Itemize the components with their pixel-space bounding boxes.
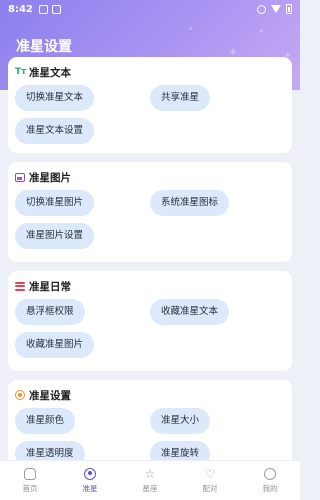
- sparkle-icon: ✦: [258, 27, 265, 36]
- bottom-tab-bar: 首页 准星 ☆ 星座 ♡ 配对 我的: [0, 460, 300, 500]
- tab-label: 准星: [82, 483, 98, 493]
- crosshair-text-settings-button[interactable]: 准星文本设置: [15, 118, 95, 144]
- sparkle-icon: ✦: [188, 25, 194, 33]
- tab-label: 配对: [202, 483, 218, 493]
- text-icon: Tт: [15, 67, 27, 77]
- do-not-disturb-icon: [257, 4, 266, 14]
- signal-icon: [271, 5, 281, 13]
- floating-window-permission-button[interactable]: 悬浮框权限: [15, 299, 85, 325]
- section-title: 准星设置: [29, 389, 71, 402]
- tab-constellation[interactable]: ☆ 星座: [125, 468, 175, 494]
- page-title: 准星设置: [16, 39, 72, 55]
- share-crosshair-button[interactable]: 共享准星: [150, 85, 211, 111]
- star-icon: ☆: [144, 466, 156, 481]
- section-crosshair-text: Tт 准星文本 切换准星文本 共享准星 准星文本设置: [8, 57, 292, 153]
- system-crosshair-icon-button[interactable]: 系统准星图标: [150, 190, 230, 216]
- crosshair-image-settings-button[interactable]: 准星图片设置: [15, 223, 95, 249]
- settings-content: Tт 准星文本 切换准星文本 共享准星 准星文本设置 准星图片 切换准星图片 系…: [8, 57, 292, 485]
- crosshair-icon: [84, 467, 96, 480]
- profile-icon: [264, 467, 276, 480]
- battery-icon: [286, 4, 292, 14]
- heart-icon: ♡: [204, 466, 216, 481]
- tab-profile[interactable]: 我的: [245, 467, 295, 494]
- gallery-notification-icon: [38, 4, 48, 14]
- status-time: 8:42: [8, 3, 33, 15]
- tab-home[interactable]: 首页: [5, 467, 55, 494]
- tab-label: 首页: [22, 483, 38, 493]
- tab-label: 我的: [262, 483, 278, 493]
- crosshair-color-button[interactable]: 准星颜色: [15, 408, 76, 434]
- section-crosshair-image: 准星图片 切换准星图片 系统准星图标 准星图片设置: [8, 162, 292, 262]
- home-icon: [24, 467, 36, 480]
- section-crosshair-daily: 准星日常 悬浮框权限 收藏准星文本 收藏准星图片: [8, 271, 292, 371]
- target-icon: [15, 390, 25, 400]
- crosshair-size-button[interactable]: 准星大小: [150, 408, 211, 434]
- image-icon: [15, 172, 25, 182]
- tab-crosshair[interactable]: 准星: [65, 467, 115, 494]
- switch-crosshair-image-button[interactable]: 切换准星图片: [15, 190, 95, 216]
- section-title: 准星日常: [29, 280, 71, 293]
- section-title: 准星文本: [29, 66, 71, 79]
- app-notification-icon: [51, 4, 61, 14]
- status-bar: 8:42: [0, 0, 300, 18]
- section-title: 准星图片: [29, 171, 71, 184]
- favorite-crosshair-text-button[interactable]: 收藏准星文本: [150, 299, 230, 325]
- list-icon: [15, 281, 25, 291]
- tab-label: 星座: [142, 483, 158, 493]
- favorite-crosshair-image-button[interactable]: 收藏准星图片: [15, 332, 95, 358]
- switch-crosshair-text-button[interactable]: 切换准星文本: [15, 85, 95, 111]
- tab-match[interactable]: ♡ 配对: [185, 468, 235, 494]
